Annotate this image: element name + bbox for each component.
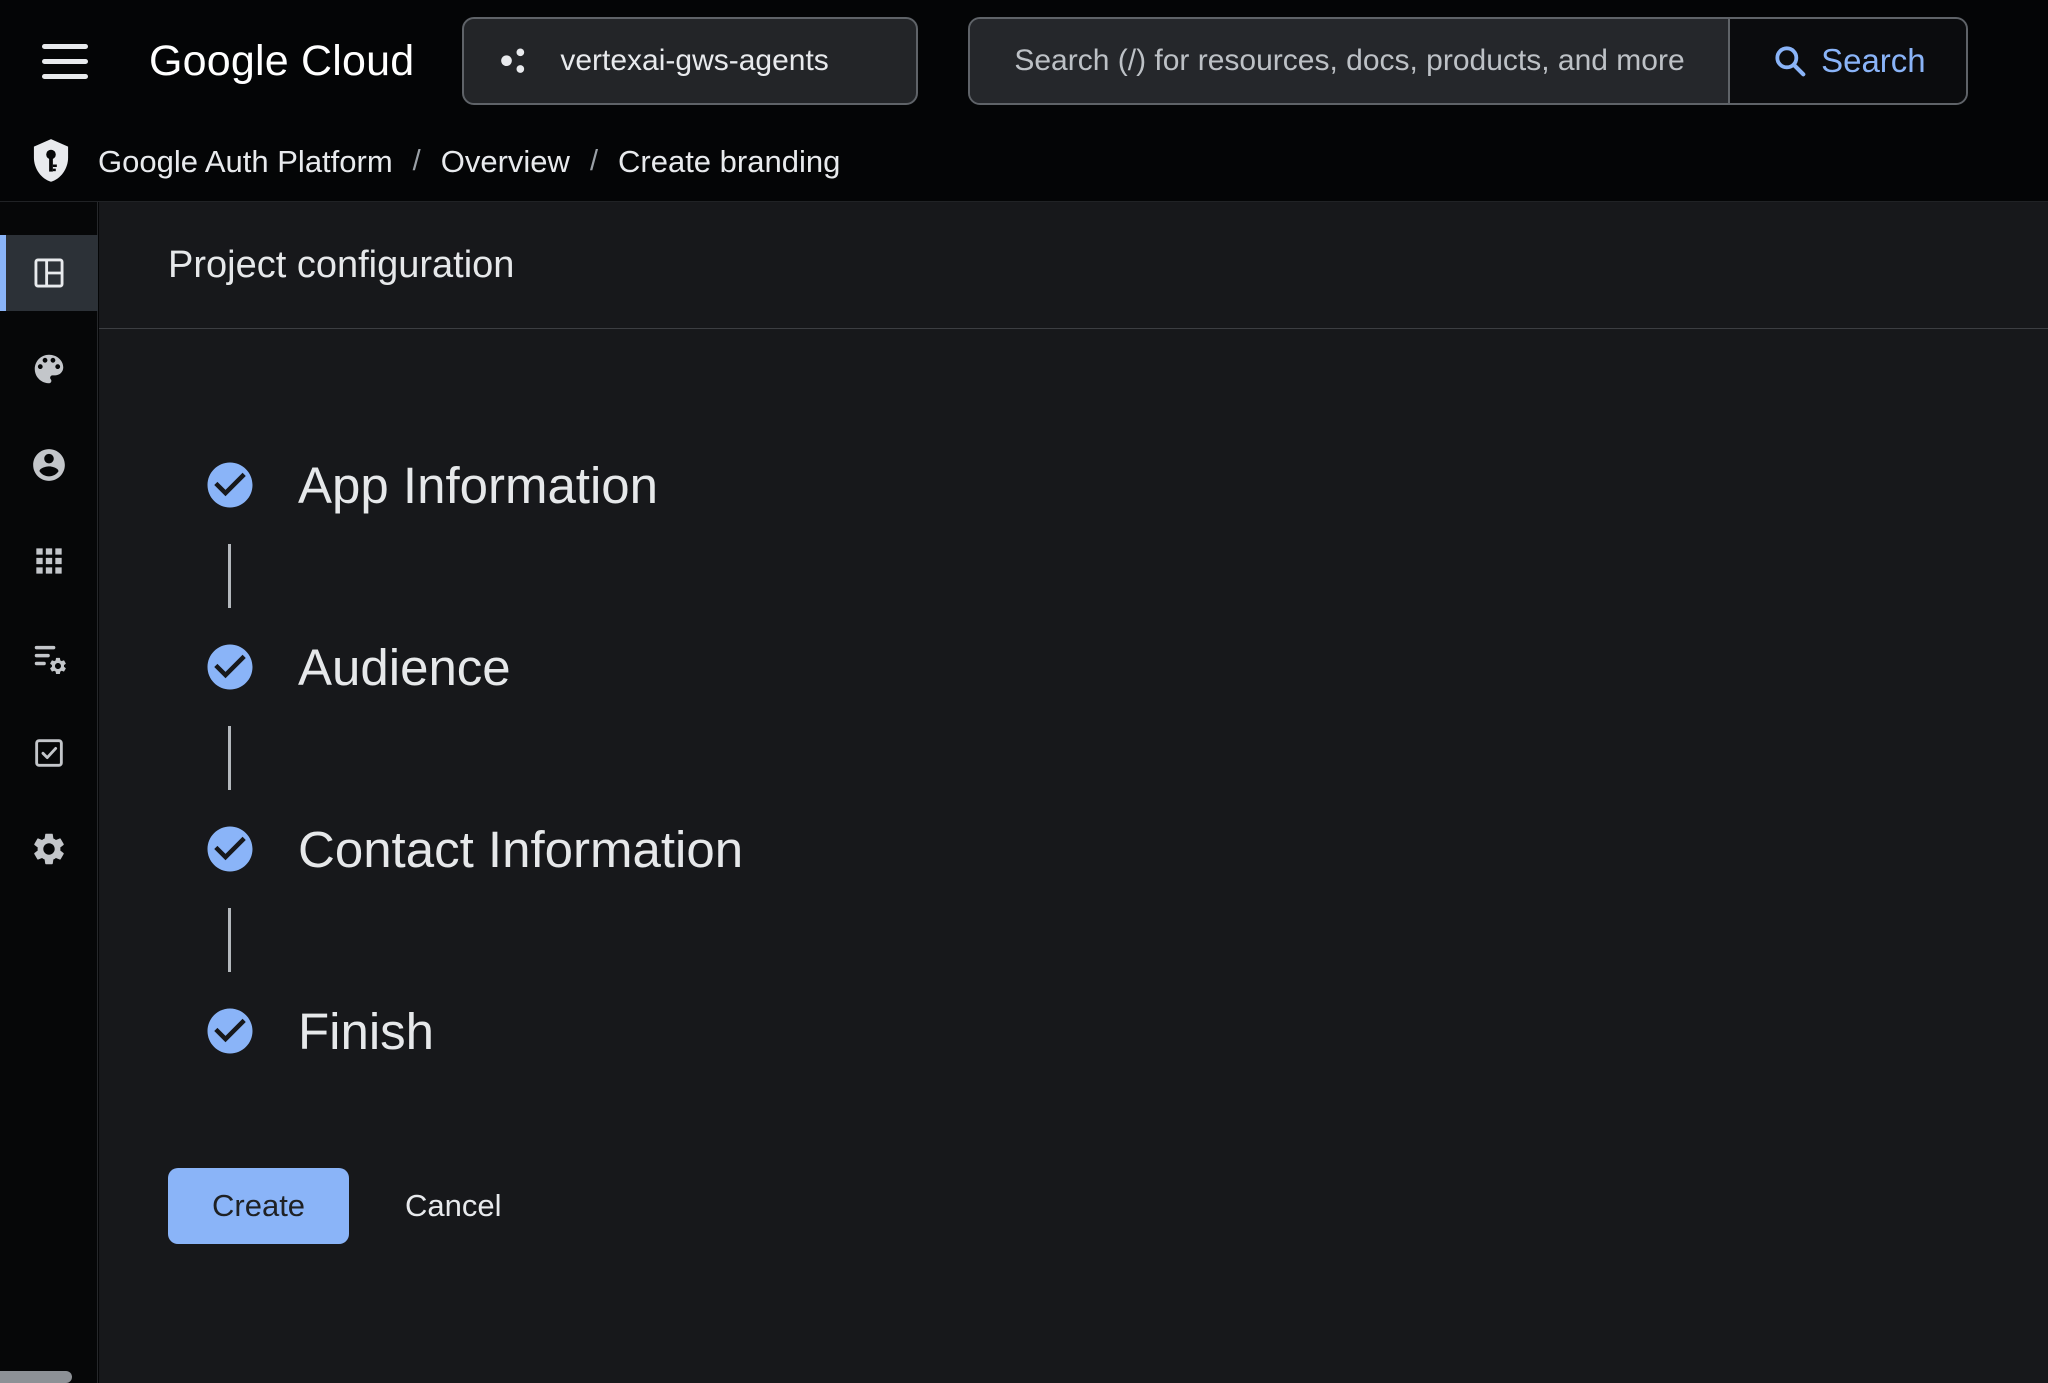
project-selector-label: vertexai-gws-agents xyxy=(560,44,828,78)
step-completed-check-icon xyxy=(203,458,257,512)
search-button-label: Search xyxy=(1821,42,1926,80)
step-completed-check-icon xyxy=(203,640,257,694)
sidebar-item-verification[interactable] xyxy=(0,715,98,791)
cancel-button[interactable]: Cancel xyxy=(405,1188,502,1224)
overview-dashboard-icon xyxy=(30,254,68,292)
step-finish[interactable]: Finish xyxy=(203,1004,743,1058)
top-app-bar: Google Cloud vertexai-gws-agents Search xyxy=(0,0,2048,122)
search-icon xyxy=(1771,42,1809,80)
breadcrumb-item-overview[interactable]: Overview xyxy=(441,144,570,180)
project-selector[interactable]: vertexai-gws-agents xyxy=(462,17,918,105)
breadcrumb-separator: / xyxy=(590,145,598,178)
page-title: Project configuration xyxy=(168,244,514,287)
hamburger-icon xyxy=(42,44,88,49)
data-access-list-gear-icon xyxy=(30,638,68,676)
verification-checkbox-icon xyxy=(30,734,68,772)
branding-palette-icon xyxy=(30,350,68,388)
search-button[interactable]: Search xyxy=(1728,19,1966,103)
title-divider xyxy=(99,328,2048,329)
step-audience[interactable]: Audience xyxy=(203,640,743,694)
step-label: Contact Information xyxy=(298,820,743,879)
project-switcher-icon xyxy=(494,41,534,81)
step-app-information[interactable]: App Information xyxy=(203,458,743,512)
breadcrumb-item-create-branding: Create branding xyxy=(618,144,840,180)
clients-apps-grid-icon xyxy=(30,542,68,580)
step-completed-check-icon xyxy=(203,822,257,876)
audience-person-icon xyxy=(30,446,68,484)
step-connector xyxy=(228,544,231,608)
sidebar-item-clients[interactable] xyxy=(0,523,98,599)
step-label: Finish xyxy=(298,1002,434,1061)
step-label: Audience xyxy=(298,638,511,697)
settings-gear-icon xyxy=(30,830,68,868)
breadcrumb: Google Auth Platform / Overview / Create… xyxy=(0,122,2048,202)
stepper: App Information Audience Contact Informa… xyxy=(203,458,743,1058)
sidebar-item-settings[interactable] xyxy=(0,811,98,887)
main-menu-button[interactable] xyxy=(42,38,94,84)
scrollbar-thumb[interactable] xyxy=(0,1371,72,1383)
sidebar-nav xyxy=(0,202,98,1383)
search-box: Search xyxy=(968,17,1968,105)
sidebar-item-overview[interactable] xyxy=(0,235,98,311)
sidebar-item-audience[interactable] xyxy=(0,427,98,503)
sidebar-item-branding[interactable] xyxy=(0,331,98,407)
step-completed-check-icon xyxy=(203,1004,257,1058)
form-actions: Create Cancel xyxy=(168,1168,502,1244)
step-contact-information[interactable]: Contact Information xyxy=(203,822,743,876)
main-content: Project configuration App Information Au… xyxy=(99,202,2048,1383)
breadcrumb-item-auth-platform[interactable]: Google Auth Platform xyxy=(98,144,393,180)
create-button[interactable]: Create xyxy=(168,1168,349,1244)
step-connector xyxy=(228,726,231,790)
gcp-console: Google Cloud vertexai-gws-agents Search xyxy=(0,0,2048,1383)
step-connector xyxy=(228,908,231,972)
search-input[interactable] xyxy=(970,19,1728,103)
sidebar-item-data-access[interactable] xyxy=(0,619,98,695)
step-label: App Information xyxy=(298,456,658,515)
breadcrumb-separator: / xyxy=(413,145,421,178)
auth-platform-shield-icon xyxy=(26,137,76,187)
google-cloud-logo[interactable]: Google Cloud xyxy=(149,37,414,86)
